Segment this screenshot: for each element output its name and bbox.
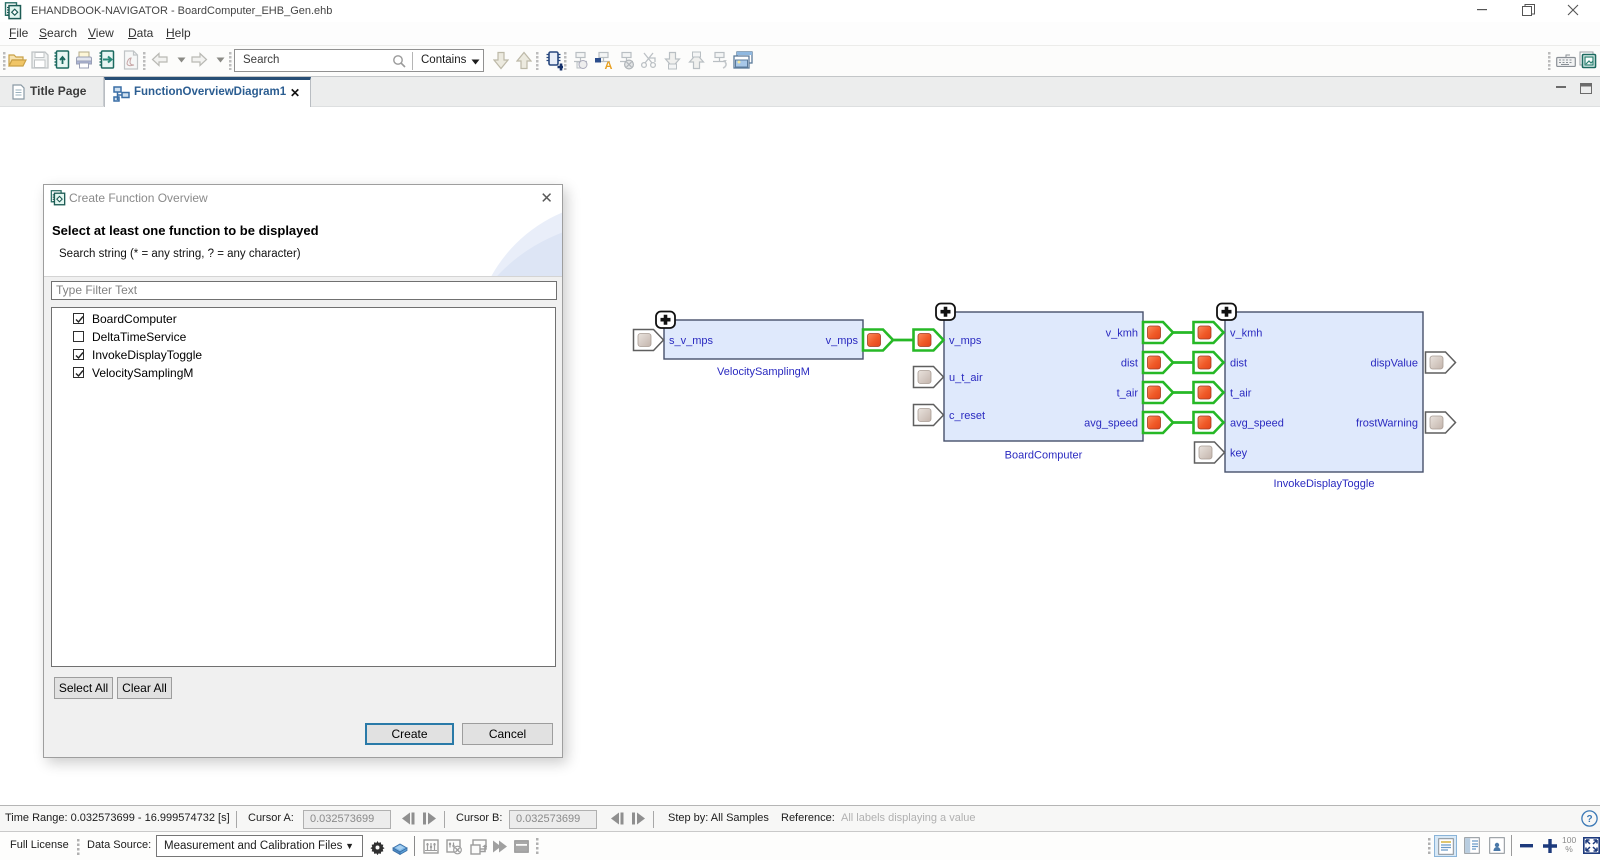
svg-text:v_kmh: v_kmh — [1230, 328, 1262, 340]
svg-text:t_air: t_air — [1117, 388, 1139, 400]
svg-text:v_kmh: v_kmh — [1106, 328, 1138, 340]
svg-text:avg_speed: avg_speed — [1230, 418, 1284, 430]
svg-text:u_t_air: u_t_air — [949, 372, 983, 384]
svg-text:v_mps: v_mps — [826, 335, 859, 347]
svg-text:?: ? — [1586, 814, 1592, 825]
svg-text:key: key — [1230, 448, 1248, 460]
svg-text:t_air: t_air — [1230, 388, 1252, 400]
svg-text:dist: dist — [1230, 358, 1247, 370]
svg-text:s_v_mps: s_v_mps — [669, 335, 714, 347]
svg-text:c_reset: c_reset — [949, 410, 985, 422]
svg-text:dispValue: dispValue — [1371, 358, 1419, 370]
svg-text:avg_speed: avg_speed — [1084, 418, 1138, 430]
svg-text:BoardComputer: BoardComputer — [1005, 450, 1083, 462]
svg-text:InvokeDisplayToggle: InvokeDisplayToggle — [1274, 478, 1375, 490]
svg-text:frostWarning: frostWarning — [1356, 418, 1418, 430]
svg-text:v_mps: v_mps — [949, 335, 982, 347]
svg-text:VelocitySamplingM: VelocitySamplingM — [717, 366, 810, 378]
svg-text:dist: dist — [1121, 358, 1138, 370]
svg-text:A: A — [605, 60, 613, 70]
